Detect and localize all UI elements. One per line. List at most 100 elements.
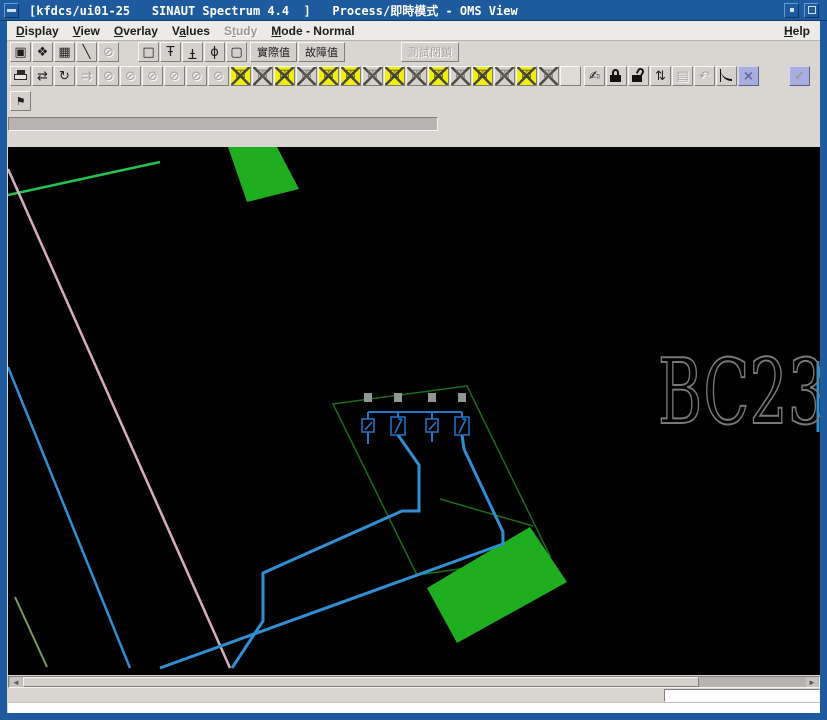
crossed-char-icon: 図 (324, 71, 334, 81)
undo-arrow-icon: ↶ (699, 70, 710, 83)
feeder-line-green (8, 162, 160, 195)
maximize-button[interactable] (804, 3, 819, 18)
overlay-toggle-15[interactable]: 図 (538, 66, 559, 86)
crossed-char-icon: 図 (302, 71, 312, 81)
crossed-char-icon: 図 (236, 71, 246, 81)
print-button[interactable] (10, 66, 31, 86)
overlay-toggle-2[interactable]: 図 (252, 66, 273, 86)
horizontal-scrollbar[interactable]: ◄ ► (8, 676, 820, 688)
disabled-tool-4[interactable]: ⊘ (164, 66, 185, 86)
overlay-close-button[interactable]: × (738, 66, 759, 86)
rotate-icon: ↻ (59, 70, 70, 83)
overlay-toggle-6[interactable]: 図 (340, 66, 361, 86)
minimize-icon (790, 8, 794, 12)
menu-view[interactable]: View (73, 24, 100, 38)
curve-button[interactable] (716, 66, 737, 86)
pages-button[interactable]: ▤ (672, 66, 693, 86)
overlay-toggle-1[interactable]: 図 (230, 66, 251, 86)
pan-icon: ❖ (37, 46, 49, 59)
overlay-toggle-10[interactable]: 図 (428, 66, 449, 86)
overlay-toggle-12[interactable]: 図 (472, 66, 493, 86)
flag-pick-icon: ⚑ (16, 96, 26, 107)
crossed-char-icon: 図 (258, 71, 268, 81)
menu-study[interactable]: Study (224, 24, 257, 38)
menu-overlay[interactable]: Overlay (114, 24, 158, 38)
unlock-button[interactable] (628, 66, 649, 86)
node-button[interactable]: ϕ (204, 42, 225, 62)
actual-values-button[interactable]: 實際值 (250, 42, 297, 62)
menu-display[interactable]: Display (16, 24, 59, 38)
maximize-icon (808, 6, 816, 14)
bus-line (368, 412, 462, 444)
window-menu-button[interactable] (4, 3, 19, 18)
lock-button[interactable] (606, 66, 627, 86)
no-entry-icon: ⊘ (125, 70, 136, 83)
feeder-line-pink (8, 169, 230, 668)
x-icon: × (743, 70, 754, 83)
overlay-toggle-13[interactable]: 図 (494, 66, 515, 86)
disabled-tool-5[interactable]: ⊘ (186, 66, 207, 86)
scroll-right-arrow[interactable]: ► (806, 677, 818, 687)
overlay-toggle-9[interactable]: 図 (406, 66, 427, 86)
disabled-tool-1[interactable]: ⊘ (98, 66, 119, 86)
no-entry-icon: ⊘ (103, 70, 114, 83)
land-parcel-top (228, 147, 299, 202)
disabled-tool-3[interactable]: ⊘ (142, 66, 163, 86)
crossed-char-icon: 図 (390, 71, 400, 81)
menu-mode[interactable]: Mode - Normal (271, 24, 354, 38)
menu-values[interactable]: Values (172, 24, 210, 38)
overlay-toggle-3[interactable]: 図 (274, 66, 295, 86)
scrollbar-thumb[interactable] (23, 677, 699, 687)
line-tool-button[interactable]: ╲ (76, 42, 97, 62)
unlock-icon (632, 69, 645, 83)
ibeam-top-icon: Ŧ (167, 46, 175, 59)
disabled-tool-2[interactable]: ⊘ (120, 66, 141, 86)
pan-button[interactable]: ❖ (32, 42, 53, 62)
lock-icon (610, 69, 623, 83)
crossed-char-icon: 図 (280, 71, 290, 81)
zoom-box-button[interactable]: ▣ (10, 42, 31, 62)
forward-button[interactable]: ⇉ (76, 66, 97, 86)
minimize-button[interactable] (784, 3, 799, 18)
message-bar (8, 702, 820, 713)
fault-values-button[interactable]: 故障值 (298, 42, 345, 62)
confirm-button[interactable]: ✓ (789, 66, 810, 86)
hand-edit-button[interactable]: ✍ (584, 66, 605, 86)
overlay-toggle-4[interactable]: 図 (296, 66, 317, 86)
swap-button[interactable]: ⇄ (32, 66, 53, 86)
check-icon: ✓ (794, 70, 805, 83)
disabled-circle-button[interactable]: ⊘ (98, 42, 119, 62)
pick-tool-button[interactable]: ⚑ (10, 91, 31, 111)
undo-button[interactable]: ↶ (694, 66, 715, 86)
frame-select-button[interactable]: □ (138, 42, 159, 62)
scroll-left-arrow[interactable]: ◄ (10, 677, 22, 687)
crossed-char-icon: 図 (368, 71, 378, 81)
overlay-toggle-8[interactable]: 図 (384, 66, 405, 86)
map-canvas[interactable]: BC23 (8, 147, 820, 675)
blank-button[interactable] (560, 66, 581, 86)
map-viewport[interactable]: BC23 (8, 147, 820, 675)
overview-grid-button[interactable]: ▦ (54, 42, 75, 62)
overlay-toggle-5[interactable]: 図 (318, 66, 339, 86)
coordinate-field[interactable] (664, 689, 820, 702)
rotate-button[interactable]: ↻ (54, 66, 75, 86)
shape-button[interactable]: ▢ (226, 42, 247, 62)
diagonal-line-icon: ╲ (83, 46, 91, 59)
menu-help[interactable]: Help (784, 24, 810, 38)
toolbar-overlays: ⇄↻⇉⊘⊘⊘⊘⊘⊘図図図図図図図図図図図図図図図✍⇅▤↶×✓ (7, 65, 820, 89)
overlay-toggle-7[interactable]: 図 (362, 66, 383, 86)
octagon-icon: ▢ (230, 46, 242, 59)
zoom-box-icon: ▣ (14, 46, 26, 59)
disabled-tool-6[interactable]: ⊘ (208, 66, 229, 86)
printer-icon (14, 70, 28, 83)
phi-icon: ϕ (210, 46, 219, 59)
crossed-char-icon: 図 (522, 71, 532, 81)
bus-label-1 (364, 393, 372, 402)
overlay-toggle-11[interactable]: 図 (450, 66, 471, 86)
crossed-char-icon: 図 (500, 71, 510, 81)
fit-vertical-button[interactable]: ⇅ (650, 66, 671, 86)
align-bottom-button[interactable]: Ŧ (182, 42, 203, 62)
align-top-button[interactable]: Ŧ (160, 42, 181, 62)
test-lock-button[interactable]: 測試閉鎖 (401, 42, 459, 62)
overlay-toggle-14[interactable]: 図 (516, 66, 537, 86)
